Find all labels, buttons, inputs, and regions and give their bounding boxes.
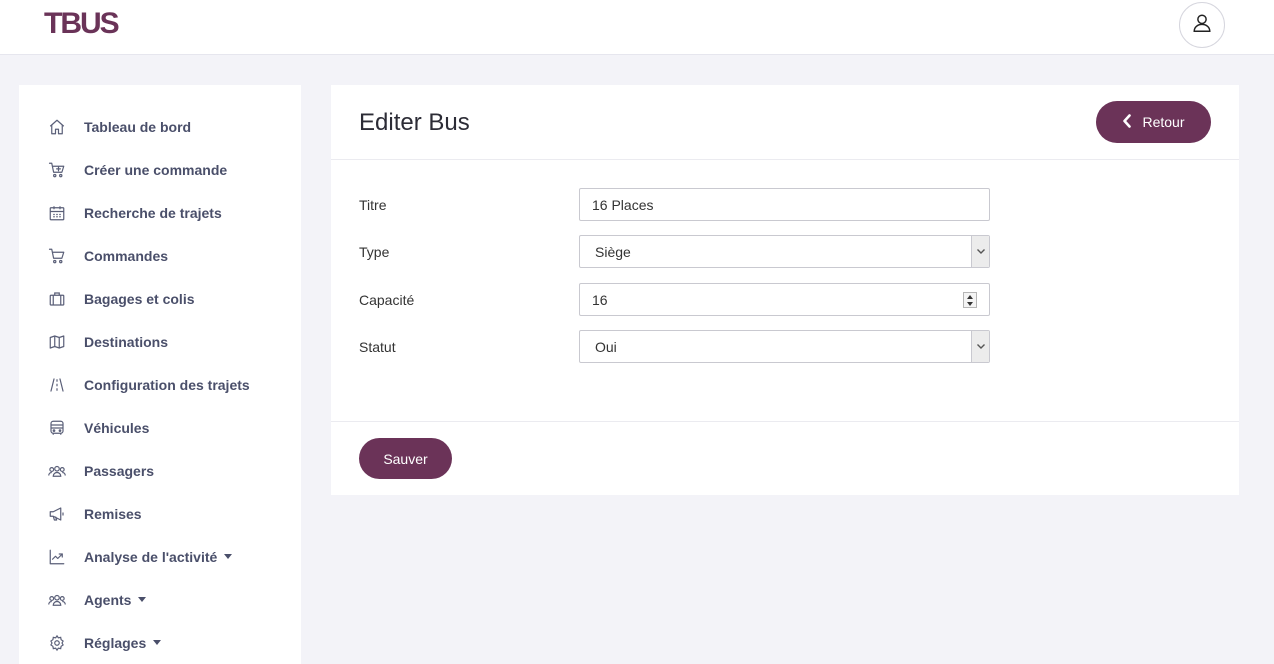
- chevron-down-icon: [971, 331, 989, 362]
- sidebar-item-passagers[interactable]: Passagers: [19, 451, 301, 491]
- sidebar-item-label: Commandes: [84, 248, 169, 264]
- back-button-label: Retour: [1142, 114, 1185, 130]
- briefcase-icon: [47, 290, 67, 308]
- titre-input[interactable]: 16 Places: [579, 188, 990, 221]
- titre-value: 16 Places: [592, 196, 654, 213]
- spin-down-icon[interactable]: [964, 300, 976, 307]
- sidebar-item-label: Bagages et colis: [84, 291, 195, 307]
- map-icon: [47, 333, 67, 351]
- sidebar-item-label: Configuration des trajets: [84, 377, 250, 393]
- sidebar-item-label: Remises: [84, 506, 142, 522]
- spin-up-icon[interactable]: [964, 293, 976, 300]
- sidebar-item-recherche-trajets[interactable]: Recherche de trajets: [19, 193, 301, 233]
- sidebar-item-label: Tableau de bord: [84, 119, 192, 135]
- user-icon: [1191, 12, 1213, 39]
- chart-icon: [47, 548, 67, 566]
- type-label: Type: [359, 244, 390, 260]
- sidebar-item-remises[interactable]: Remises: [19, 494, 301, 534]
- megaphone-icon: [47, 505, 67, 523]
- sidebar-item-text: Réglages: [84, 635, 147, 651]
- sidebar-item-creer-commande[interactable]: Créer une commande: [19, 150, 301, 190]
- users-icon: [47, 462, 67, 480]
- statut-label: Statut: [359, 339, 396, 355]
- back-button[interactable]: Retour: [1096, 101, 1211, 143]
- header-divider: [331, 159, 1239, 160]
- logo[interactable]: TBUS: [44, 6, 120, 42]
- caret-down-icon: [138, 596, 147, 602]
- page-title: Editer Bus: [359, 109, 470, 136]
- user-menu-button[interactable]: [1179, 2, 1225, 48]
- calendar-icon: [47, 204, 67, 222]
- road-icon: [47, 376, 67, 394]
- type-value: Siège: [595, 243, 631, 260]
- sidebar-item-configuration-trajets[interactable]: Configuration des trajets: [19, 365, 301, 405]
- sidebar-item-label: Réglages: [84, 635, 162, 651]
- sidebar-item-agents[interactable]: Agents: [19, 580, 301, 620]
- sidebar-item-vehicules[interactable]: Véhicules: [19, 408, 301, 448]
- capacite-label: Capacité: [359, 292, 415, 308]
- statut-select[interactable]: Oui: [579, 330, 990, 363]
- edit-bus-card: Editer Bus Retour Titre 16 Places Type S…: [331, 85, 1239, 495]
- sidebar: Tableau de bord Créer une commande Reche…: [19, 85, 301, 664]
- sidebar-item-text: Agents: [84, 592, 132, 608]
- sidebar-item-label: Véhicules: [84, 420, 150, 436]
- sidebar-item-label: Créer une commande: [84, 162, 228, 178]
- sidebar-item-label: Passagers: [84, 463, 155, 479]
- caret-down-icon: [224, 553, 233, 559]
- caret-down-icon: [153, 639, 162, 645]
- sidebar-item-destinations[interactable]: Destinations: [19, 322, 301, 362]
- sidebar-item-commandes[interactable]: Commandes: [19, 236, 301, 276]
- home-icon: [47, 118, 67, 136]
- cart-icon: [47, 247, 67, 265]
- sidebar-item-label: Agents: [84, 592, 147, 608]
- sidebar-item-tableau-de-bord[interactable]: Tableau de bord: [19, 107, 301, 147]
- users-icon: [47, 591, 67, 609]
- number-spinner[interactable]: [963, 292, 977, 308]
- top-bar: TBUS: [0, 0, 1274, 55]
- capacite-input[interactable]: 16: [579, 283, 990, 316]
- bus-icon: [47, 419, 67, 437]
- sidebar-item-label: Analyse de l'activité: [84, 549, 233, 565]
- gear-icon: [47, 634, 67, 652]
- titre-label: Titre: [359, 197, 387, 213]
- chevron-left-icon: [1122, 113, 1132, 131]
- sidebar-item-bagages-colis[interactable]: Bagages et colis: [19, 279, 301, 319]
- sidebar-item-reglages[interactable]: Réglages: [19, 623, 301, 663]
- statut-value: Oui: [595, 338, 617, 355]
- sidebar-item-label: Recherche de trajets: [84, 205, 222, 221]
- type-select[interactable]: Siège: [579, 235, 990, 268]
- sidebar-item-analyse-activite[interactable]: Analyse de l'activité: [19, 537, 301, 577]
- sidebar-item-label: Destinations: [84, 334, 169, 350]
- save-button[interactable]: Sauver: [359, 438, 452, 479]
- capacite-value: 16: [592, 291, 608, 308]
- sidebar-item-text: Analyse de l'activité: [84, 549, 218, 565]
- cart-add-icon: [47, 161, 67, 179]
- footer-divider: [331, 421, 1239, 422]
- chevron-down-icon: [971, 236, 989, 267]
